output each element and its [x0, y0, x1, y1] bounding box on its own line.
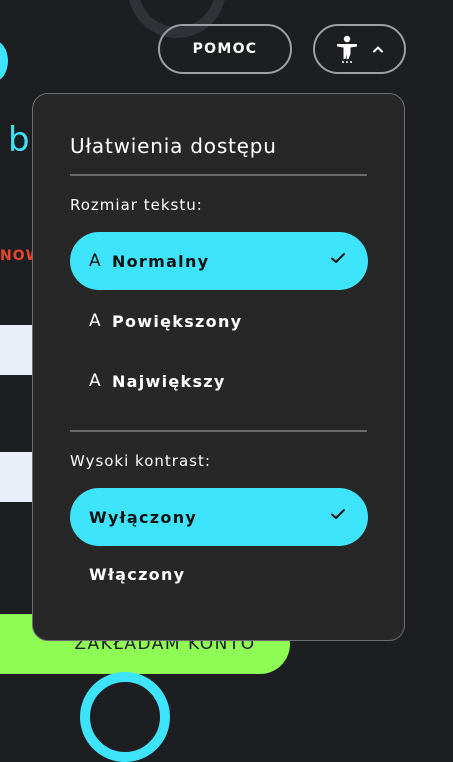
- decorative-ring-shape: [80, 672, 170, 762]
- text-size-option-enlarged[interactable]: A Powiększony: [70, 292, 368, 350]
- contrast-option-off[interactable]: Wyłączony: [70, 488, 368, 546]
- option-label: Normalny: [111, 251, 210, 271]
- option-label: Włączony: [89, 564, 186, 584]
- accessibility-person-icon: [336, 35, 357, 63]
- logo-mark: [0, 40, 8, 82]
- accessibility-menu-button[interactable]: [313, 24, 406, 74]
- divider: [70, 174, 367, 176]
- panel-title: Ułatwienia dostępu: [70, 134, 277, 158]
- contrast-label: Wysoki kontrast:: [70, 452, 211, 470]
- chevron-up-icon: [372, 46, 383, 53]
- contrast-option-on[interactable]: Włączony: [70, 545, 368, 603]
- help-button[interactable]: POMOC: [158, 24, 292, 74]
- option-label: Największy: [111, 371, 226, 391]
- letter-a-icon: A: [89, 371, 102, 391]
- letter-a-icon: A: [89, 311, 102, 331]
- accessibility-panel: Ułatwienia dostępu Rozmiar tekstu: A Nor…: [32, 93, 405, 641]
- letter-a-icon: A: [89, 251, 102, 271]
- text-size-label: Rozmiar tekstu:: [70, 196, 203, 214]
- divider: [70, 430, 367, 432]
- text-size-option-normal[interactable]: A Normalny: [70, 232, 368, 290]
- checkmark-icon: [331, 509, 345, 519]
- text-size-option-largest[interactable]: A Największy: [70, 352, 368, 410]
- option-label: Powiększony: [111, 311, 243, 331]
- checkmark-icon: [331, 253, 345, 263]
- background-input-field[interactable]: [0, 452, 34, 502]
- background-heading-fragment: b: [8, 120, 30, 160]
- background-input-field[interactable]: [0, 325, 34, 375]
- option-label: Wyłączony: [89, 507, 198, 527]
